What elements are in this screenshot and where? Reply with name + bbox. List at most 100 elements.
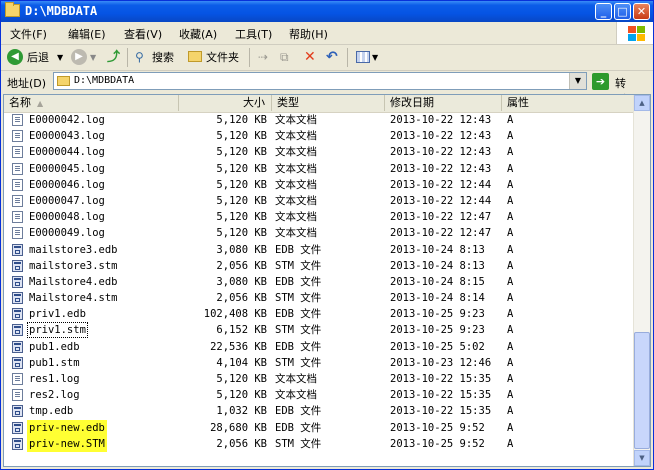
menu-tools[interactable]: 工具(T) [235, 26, 272, 42]
file-row[interactable]: E0000049.log 5,120 KB 文本文档 2013-10-22 12:47… [4, 225, 636, 241]
file-name: E0000048.log [29, 211, 105, 224]
scroll-thumb[interactable] [634, 332, 650, 449]
scroll-down-button[interactable]: ▼ [634, 450, 650, 466]
file-size: 4,104 KB [216, 356, 267, 369]
toolbar-separator [127, 48, 128, 67]
file-date: 2013-10-22 12:47 [390, 227, 492, 240]
copy-to-icon[interactable]: ⧉ [280, 49, 289, 66]
log-file-icon [12, 146, 23, 159]
address-label: 地址(D) [7, 77, 47, 90]
db-file-icon [12, 421, 23, 434]
file-attr: A [507, 292, 514, 305]
file-size: 5,120 KB [216, 389, 267, 402]
address-input[interactable]: D:\MDBDATA ▼ [53, 72, 587, 90]
file-row[interactable]: priv-new.edb 28,680 KB EDB 文件 2013-10-25 9:… [4, 419, 636, 436]
views-icon[interactable] [356, 51, 370, 63]
maximize-button[interactable]: □ [614, 3, 631, 20]
file-list[interactable]: 名称 ▲ 大小 类型 修改日期 属性 E0000042.log 5,120 KB 文本… [3, 94, 651, 467]
file-row[interactable]: pub1.edb 22,536 KB EDB 文件 2013-10-25 5:02 A [4, 339, 636, 355]
file-type: EDB 文件 [275, 421, 322, 434]
file-name: E0000046.log [29, 178, 105, 191]
move-to-icon[interactable]: ⇢ [258, 49, 268, 66]
menu-edit[interactable]: 编辑(E) [68, 26, 106, 42]
file-row[interactable]: Mailstore4.edb 3,080 KB EDB 文件 2013-10-24 8… [4, 274, 636, 290]
column-header-size[interactable]: 大小 [179, 95, 272, 111]
file-row[interactable]: mailstore3.edb 3,080 KB EDB 文件 2013-10-24 8… [4, 242, 636, 258]
file-attr: A [507, 114, 514, 126]
file-type: EDB 文件 [275, 308, 322, 321]
file-row[interactable]: tmp.edb 1,032 KB EDB 文件 2013-10-22 15:35 A [4, 403, 636, 419]
file-date: 2013-10-22 15:35 [390, 389, 492, 402]
views-dropdown-icon[interactable]: ▼ [372, 49, 378, 66]
scroll-up-button[interactable]: ▲ [634, 95, 650, 111]
address-bar: 地址(D) D:\MDBDATA ▼ ➔ 转到 [1, 71, 653, 106]
folders-button[interactable]: 文件夹 [206, 49, 239, 66]
toolbar: ◀ 后退 ▼ ▶ ▼ ⤴ ⚲ 搜索 文件夹 ⇢ ⧉ ✕ ↶ ▼ [1, 45, 653, 71]
file-row[interactable]: pub1.stm 4,104 KB STM 文件 2013-10-23 12:46 A [4, 355, 636, 371]
file-name: priv-new.edb [27, 419, 107, 436]
column-size-label: 大小 [243, 96, 265, 109]
db-file-icon [12, 405, 23, 418]
file-row[interactable]: E0000046.log 5,120 KB 文本文档 2013-10-22 12:44… [4, 177, 636, 193]
title-bar[interactable]: D:\MDBDATA _ □ ✕ [1, 1, 653, 22]
delete-icon[interactable]: ✕ [304, 49, 316, 66]
column-header-name[interactable]: 名称 ▲ [4, 95, 179, 111]
forward-arrow-icon[interactable]: ▶ [71, 49, 87, 65]
log-file-icon [12, 211, 23, 224]
menu-favorites[interactable]: 收藏(A) [179, 26, 217, 42]
search-button[interactable]: 搜索 [152, 49, 174, 66]
vertical-scrollbar[interactable]: ▲ ▼ [633, 95, 650, 466]
file-size: 5,120 KB [216, 194, 267, 207]
column-header-date[interactable]: 修改日期 [385, 95, 502, 111]
minimize-button[interactable]: _ [595, 3, 612, 20]
menu-file[interactable]: 文件(F) [10, 26, 47, 42]
file-row[interactable]: Mailstore4.stm 2,056 KB STM 文件 2013-10-24 8… [4, 290, 636, 306]
file-date: 2013-10-25 9:52 [390, 421, 485, 434]
close-button[interactable]: ✕ [633, 3, 650, 20]
file-attr: A [507, 275, 514, 288]
folder-icon [57, 76, 70, 86]
up-folder-icon[interactable]: ⤴ [107, 49, 120, 66]
file-row[interactable]: priv-new.STM 2,056 KB STM 文件 2013-10-25 9:5… [4, 435, 636, 452]
file-row[interactable]: E0000044.log 5,120 KB 文本文档 2013-10-22 12:43… [4, 144, 636, 160]
file-row[interactable]: E0000048.log 5,120 KB 文本文档 2013-10-22 12:47… [4, 209, 636, 225]
file-size: 3,080 KB [216, 243, 267, 256]
log-file-icon [12, 114, 23, 126]
file-row[interactable]: E0000047.log 5,120 KB 文本文档 2013-10-22 12:44… [4, 193, 636, 209]
sort-ascending-icon: ▲ [37, 99, 44, 108]
back-dropdown-icon[interactable]: ▼ [57, 49, 63, 66]
back-button[interactable]: 后退 [27, 49, 49, 66]
file-attr: A [507, 356, 514, 369]
file-row[interactable]: mailstore3.stm 2,056 KB STM 文件 2013-10-24 8… [4, 258, 636, 274]
file-date: 2013-10-22 12:43 [390, 130, 492, 143]
menu-view[interactable]: 查看(V) [124, 26, 162, 42]
column-header-type[interactable]: 类型 [272, 95, 385, 111]
file-name: E0000047.log [29, 194, 105, 207]
file-row[interactable]: res1.log 5,120 KB 文本文档 2013-10-22 15:35 A [4, 371, 636, 387]
file-row[interactable]: E0000043.log 5,120 KB 文本文档 2013-10-22 12:43… [4, 128, 636, 144]
db-file-icon [12, 275, 23, 288]
file-date: 2013-10-24 8:13 [390, 243, 485, 256]
file-row[interactable]: E0000042.log 5,120 KB 文本文档 2013-10-22 12:43… [4, 112, 636, 128]
file-row[interactable]: E0000045.log 5,120 KB 文本文档 2013-10-22 12:43… [4, 161, 636, 177]
file-row[interactable]: priv1.edb 102,408 KB EDB 文件 2013-10-25 9:23… [4, 306, 636, 322]
file-row[interactable]: res2.log 5,120 KB 文本文档 2013-10-22 15:35 A [4, 387, 636, 403]
file-row[interactable]: priv1.stm 6,152 KB STM 文件 2013-10-25 9:23 A [4, 322, 636, 339]
file-size: 5,120 KB [216, 178, 267, 191]
file-name: E0000044.log [29, 146, 105, 159]
column-name-label: 名称 [9, 96, 31, 109]
file-attr: A [507, 437, 514, 450]
file-attr: A [507, 405, 514, 418]
menu-help[interactable]: 帮助(H) [289, 26, 328, 42]
db-file-icon [12, 292, 23, 305]
file-date: 2013-10-24 8:13 [390, 259, 485, 272]
undo-icon[interactable]: ↶ [326, 49, 338, 66]
address-dropdown-icon[interactable]: ▼ [569, 73, 586, 89]
column-header-attr[interactable]: 属性 [502, 95, 636, 111]
db-file-icon [12, 243, 23, 256]
forward-dropdown-icon[interactable]: ▼ [90, 49, 96, 66]
file-size: 2,056 KB [216, 259, 267, 272]
file-attr: A [507, 373, 514, 385]
back-arrow-icon[interactable]: ◀ [7, 49, 23, 65]
file-type: 文本文档 [275, 389, 317, 402]
